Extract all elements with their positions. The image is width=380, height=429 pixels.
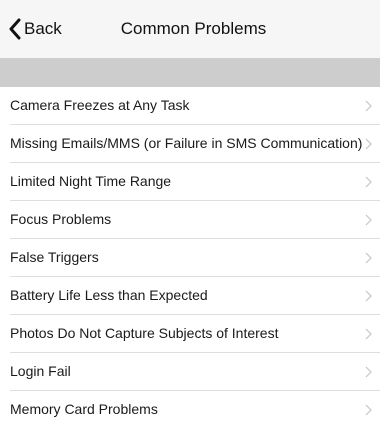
chevron-right-icon [365,138,372,150]
chevron-right-icon [365,252,372,264]
list-item-camera-freezes[interactable]: Camera Freezes at Any Task [0,87,380,125]
list-item-photos-subjects[interactable]: Photos Do Not Capture Subjects of Intere… [0,315,380,353]
list-item-label: Login Fail [10,363,71,379]
list-item-label: Photos Do Not Capture Subjects of Intere… [10,325,279,341]
chevron-right-icon [365,214,372,226]
navigation-bar: Back Common Problems [0,0,380,58]
chevron-right-icon [365,290,372,302]
list-item-battery-life[interactable]: Battery Life Less than Expected [0,277,380,315]
list-item-label: Limited Night Time Range [10,173,172,189]
list-item-label: Focus Problems [10,211,112,227]
chevron-right-icon [365,404,372,416]
list-item-label: False Triggers [10,249,99,265]
page-title: Common Problems [120,19,267,38]
list-item-limited-night-range[interactable]: Limited Night Time Range [0,163,380,201]
list-item-label: Missing Emails/MMS (or Failure in SMS Co… [10,135,363,151]
chevron-right-icon [365,100,372,112]
section-header [0,58,380,87]
chevron-right-icon [365,328,372,340]
list-item-label: Memory Card Problems [10,401,158,417]
list-item-missing-emails[interactable]: Missing Emails/MMS (or Failure in SMS Co… [0,125,380,163]
list-item-focus-problems[interactable]: Focus Problems [0,201,380,239]
chevron-right-icon [365,176,372,188]
list-item-false-triggers[interactable]: False Triggers [0,239,380,277]
list-item-label: Battery Life Less than Expected [10,287,208,303]
list-item-login-fail[interactable]: Login Fail [0,353,380,391]
list-item-label: Camera Freezes at Any Task [10,97,190,113]
chevron-right-icon [365,366,372,378]
problems-list: Camera Freezes at Any Task Missing Email… [0,87,380,429]
list-item-memory-card[interactable]: Memory Card Problems [0,391,380,429]
